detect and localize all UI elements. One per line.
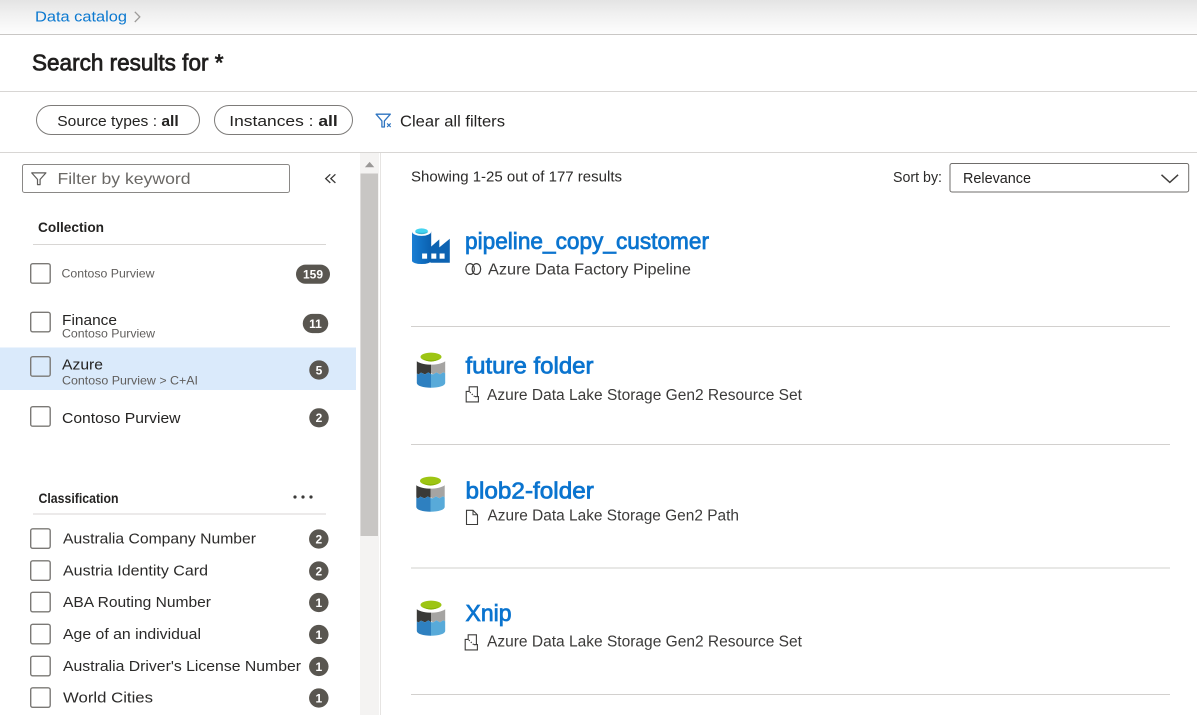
svg-text:Source types : all: Source types : all [57,113,179,130]
svg-text:Contoso Purview > C+AI: Contoso Purview > C+AI [62,373,198,387]
svg-text:Contoso Purview: Contoso Purview [62,326,155,340]
svg-text:pipeline_copy_customer: pipeline_copy_customer [465,228,709,254]
svg-text:future folder: future folder [466,353,594,379]
svg-text:Filter by keyword: Filter by keyword [58,171,191,188]
svg-text:2: 2 [316,411,323,425]
svg-text:Azure: Azure [62,357,103,374]
svg-text:Search results for *: Search results for * [32,50,224,76]
svg-text:ABA Routing Number: ABA Routing Number [63,594,211,611]
svg-text:1: 1 [315,691,322,705]
svg-text:Relevance: Relevance [963,170,1031,187]
svg-text:1: 1 [315,628,322,642]
svg-text:1: 1 [315,660,322,674]
svg-text:Azure Data Lake Storage Gen2 P: Azure Data Lake Storage Gen2 Path [488,508,740,525]
svg-text:2: 2 [315,532,322,546]
svg-text:2: 2 [315,564,322,578]
svg-text:Clear all filters: Clear all filters [400,113,505,130]
svg-text:Data catalog: Data catalog [35,9,127,26]
svg-text:11: 11 [309,317,322,331]
svg-text:Azure Data Lake Storage Gen2 R: Azure Data Lake Storage Gen2 Resource Se… [487,387,803,404]
svg-text:Classification: Classification [39,490,119,506]
svg-text:Australia Company Number: Australia Company Number [63,531,256,548]
svg-text:Sort by:: Sort by: [893,169,942,186]
svg-text:Collection: Collection [38,219,104,235]
svg-text:World Cities: World Cities [63,690,153,707]
svg-text:Xnip: Xnip [466,600,512,626]
svg-text:5: 5 [316,363,323,377]
svg-text:Showing 1-25 out of 177 result: Showing 1-25 out of 177 results [411,169,622,186]
svg-text:Australia Driver's License Num: Australia Driver's License Number [63,658,301,675]
svg-text:Contoso Purview: Contoso Purview [62,266,155,280]
svg-text:Azure Data Factory Pipeline: Azure Data Factory Pipeline [488,262,691,279]
svg-text:Azure Data Lake Storage Gen2 R: Azure Data Lake Storage Gen2 Resource Se… [487,634,803,651]
svg-text:Age of an individual: Age of an individual [63,626,201,643]
svg-text:Contoso Purview: Contoso Purview [62,410,181,427]
svg-text:Austria Identity Card: Austria Identity Card [63,563,208,580]
svg-text:159: 159 [303,268,323,282]
svg-text:Instances : all: Instances : all [229,113,337,130]
svg-text:1: 1 [315,596,322,610]
svg-text:blob2-folder: blob2-folder [466,478,595,504]
